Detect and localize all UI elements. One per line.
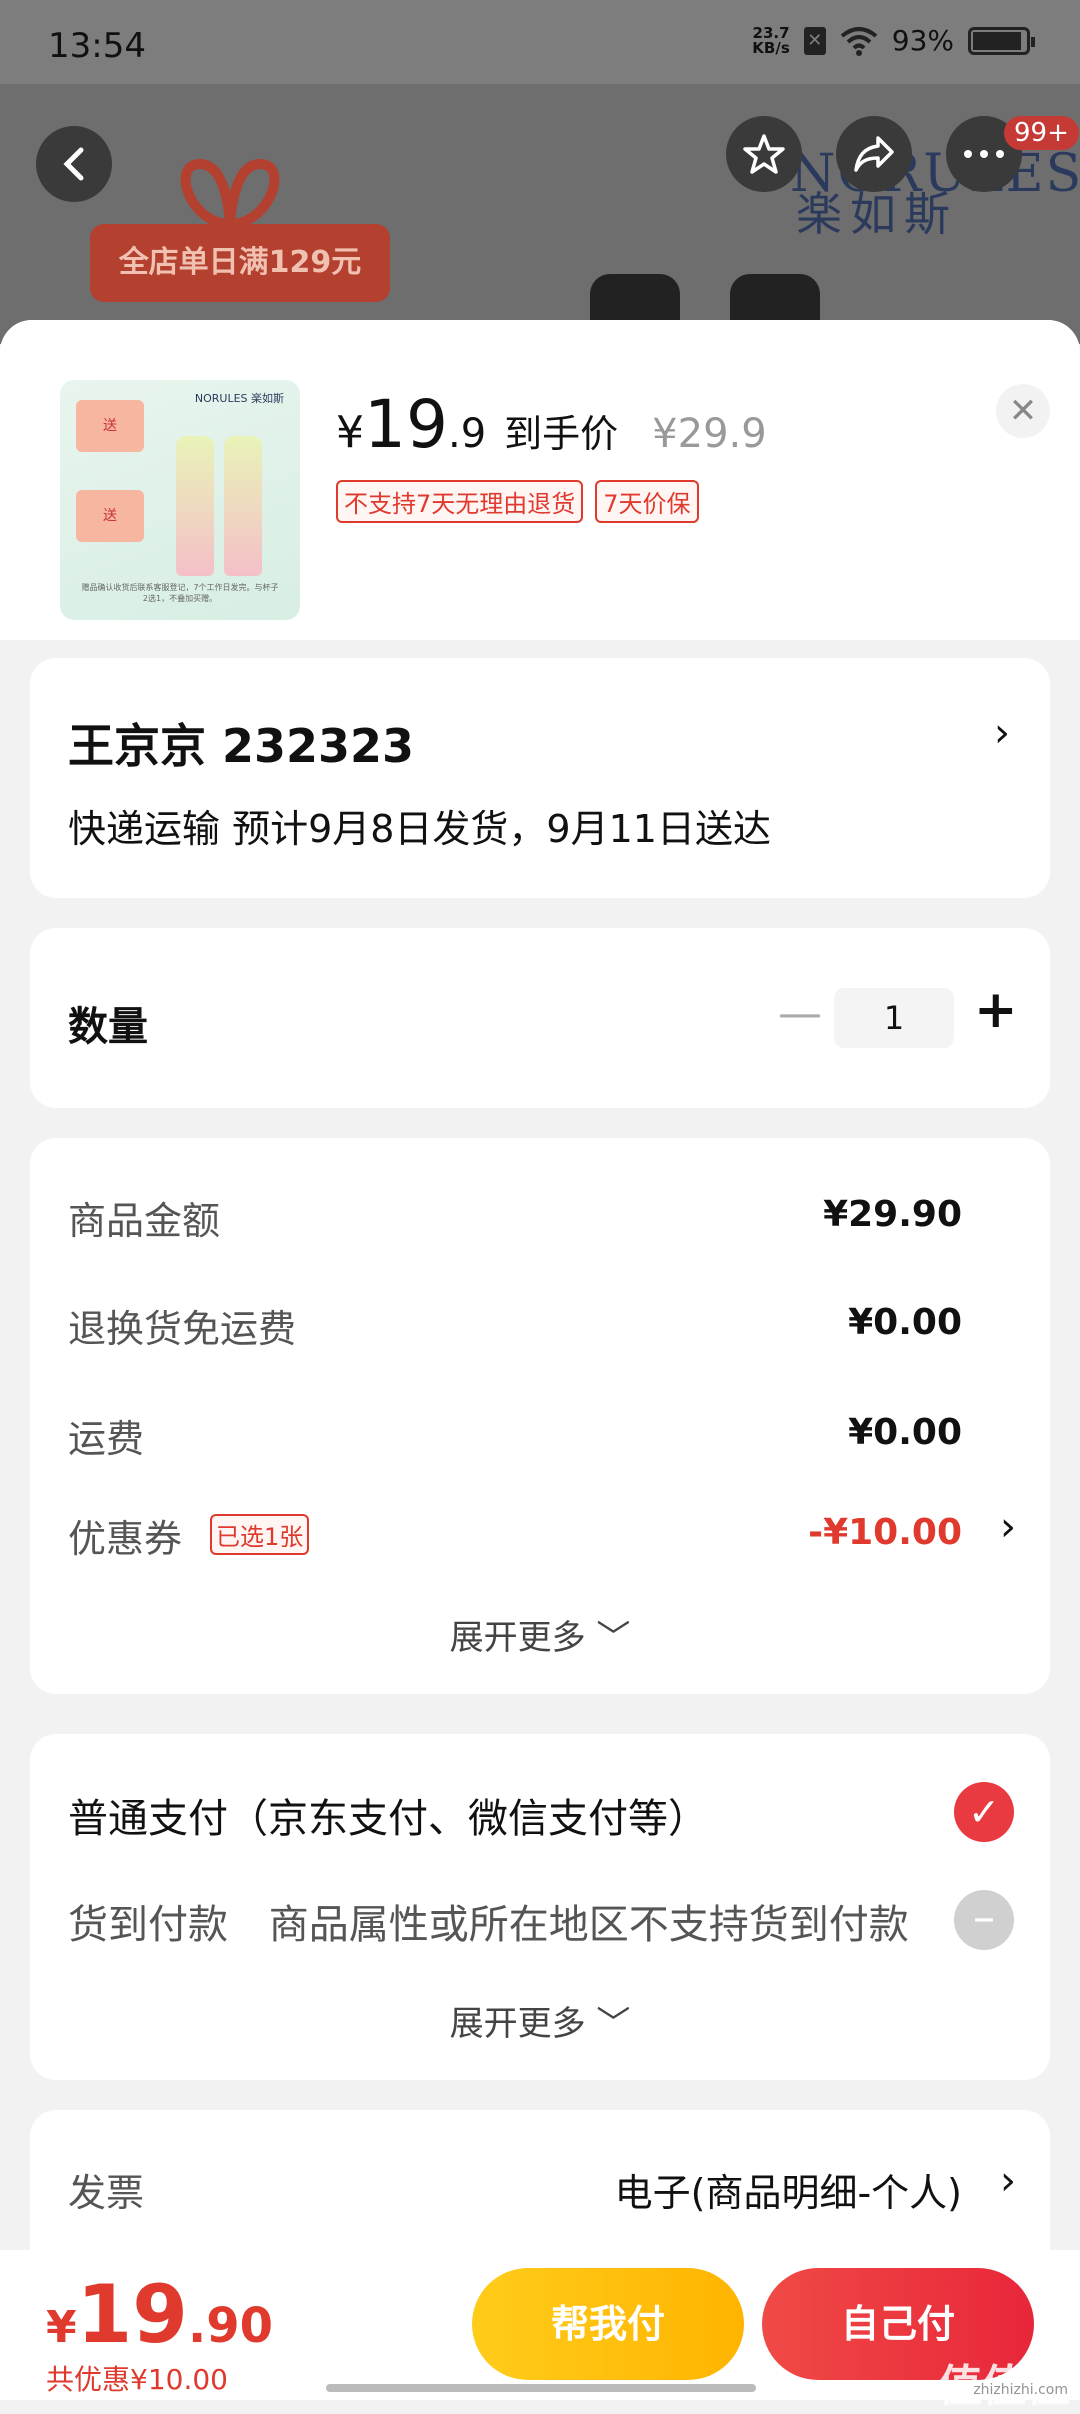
network-speed-unit: KB/s	[752, 38, 790, 57]
cost-value: ¥29.90	[823, 1194, 962, 1235]
total-currency: ¥	[46, 2302, 77, 2353]
product-header: NORULES 楽如斯 送 送 赠品确认收货后联系客服登记，7个工作日发完。与杯…	[0, 320, 1080, 640]
star-icon	[743, 134, 785, 174]
status-bar: 13:54 23.7 KB/s ✕ 93%	[0, 0, 1080, 84]
message-count-badge: 99+	[1004, 116, 1079, 150]
order-sheet: NORULES 楽如斯 送 送 赠品确认收货后联系客服登记，7个工作日发完。与杯…	[0, 320, 1080, 2400]
cost-row-return-shipping: 退换货免运费 ¥0.00	[68, 1298, 1018, 1358]
quantity-input[interactable]: 1	[834, 988, 954, 1048]
thumb-bottle-1	[176, 436, 214, 576]
close-button[interactable]: ✕	[996, 384, 1050, 438]
checkout-bar: ¥ 19 .90 共优惠¥10.00 帮我付 自己付	[0, 2250, 1080, 2400]
cost-label: 退换货免运费	[68, 1307, 297, 1351]
back-button[interactable]	[36, 126, 112, 202]
invoice-label: 发票	[68, 2171, 145, 2215]
service-tag-price-protect: 7天价保	[595, 480, 699, 523]
expand-more-payment[interactable]: 展开更多 ﹀	[30, 1996, 1050, 2045]
battery-percent: 93%	[891, 24, 954, 57]
cost-row-shipping: 运费 ¥0.00	[68, 1408, 1018, 1468]
product-thumbnail[interactable]: NORULES 楽如斯 送 送 赠品确认收货后联系客服登记，7个工作日发完。与杯…	[60, 380, 300, 620]
checkmark-icon: ✓	[968, 1790, 1000, 1834]
address-card[interactable]: 王京京 232323 快递运输 预计9月8日发货，9月11日送达 ›	[30, 658, 1050, 898]
status-icons: 23.7 KB/s ✕ 93%	[752, 24, 1035, 57]
payment-card: 普通支付（京东支付、微信支付等） ✓ 货到付款 商品属性或所在地区不支持货到付款…	[30, 1734, 1050, 2080]
share-button[interactable]	[836, 116, 912, 192]
share-icon	[854, 136, 894, 172]
chevron-right-icon: ›	[994, 710, 1010, 756]
cost-label: 商品金额	[68, 1199, 221, 1243]
shipping-estimate: 快递运输 预计9月8日发货，9月11日送达	[68, 807, 771, 851]
payment-normal-label[interactable]: 普通支付（京东支付、微信支付等）	[68, 1786, 708, 1844]
invoice-row: 发票 电子(商品明细-个人) ›	[68, 2158, 1018, 2222]
gift-bow-icon	[180, 158, 280, 230]
price-currency: ¥	[336, 407, 364, 458]
chevron-right-icon: ›	[1000, 2158, 1016, 2204]
help-pay-button[interactable]: 帮我付	[472, 2268, 744, 2380]
total-discount: 共优惠¥10.00	[46, 2363, 228, 2396]
cost-breakdown-card: 商品金额 ¥29.90 退换货免运费 ¥0.00 运费 ¥0.00 优惠券 已选…	[30, 1138, 1050, 1694]
sim-off-icon: ✕	[803, 26, 826, 55]
coupon-selected-tag: 已选1张	[210, 1514, 310, 1555]
price-decimal: .9	[447, 411, 487, 457]
thumb-gift-tag-top: 送	[76, 400, 144, 452]
quantity-card: 数量 — 1 +	[30, 928, 1050, 1108]
payment-cod-note: 商品属性或所在地区不支持货到付款	[268, 1902, 909, 1948]
thumb-note: 赠品确认收货后联系客服登记，7个工作日发完。与杯子2选1，不叠加买赠。	[81, 583, 279, 603]
cost-row-coupon[interactable]: 优惠券 已选1张 -¥10.00 ›	[68, 1504, 1018, 1568]
thumb-gift-tag-bottom: 送	[76, 490, 144, 542]
wifi-icon	[840, 26, 878, 56]
status-time: 13:54	[48, 26, 146, 66]
coupon-value: -¥10.00	[808, 1512, 962, 1553]
quantity-increase-button[interactable]: +	[974, 980, 1018, 1040]
service-tags: 不支持7天无理由退货 7天价保	[336, 480, 699, 523]
expand-more-costs[interactable]: 展开更多 ﹀	[30, 1610, 1050, 1659]
recipient-name: 王京京 232323	[68, 719, 415, 773]
total-decimal: .90	[187, 2298, 273, 2354]
invoice-value: 电子(商品明细-个人)	[614, 2171, 962, 2215]
cost-value: ¥0.00	[848, 1302, 962, 1343]
total-price: ¥ 19 .90	[46, 2268, 273, 2361]
close-icon: ✕	[1008, 391, 1038, 431]
payment-cod-row: 货到付款 商品属性或所在地区不支持货到付款	[68, 1892, 909, 1950]
favorite-button[interactable]	[726, 116, 802, 192]
cost-value: ¥0.00	[848, 1412, 962, 1453]
promo-banner: 全店单日满129元	[90, 224, 390, 302]
cost-label: 优惠券	[68, 1517, 183, 1561]
thumb-brand-logo: NORULES 楽如斯	[194, 392, 284, 405]
battery-fill	[973, 31, 1022, 50]
payment-cod-label: 货到付款	[68, 1902, 228, 1948]
product-backdrop: 全店单日满129元 NORULES 楽如斯 99+	[0, 84, 1080, 344]
price-row: ¥ 19 .9 到手价 ¥29.9	[336, 386, 767, 463]
payment-normal-check[interactable]: ✓	[954, 1782, 1014, 1842]
cost-row-goods: 商品金额 ¥29.90	[68, 1190, 1018, 1250]
total-integer: 19	[76, 2268, 188, 2361]
original-price: ¥29.9	[652, 411, 767, 457]
thumb-bottle-2	[224, 436, 262, 576]
chevron-left-icon	[63, 147, 84, 181]
quantity-label: 数量	[68, 1004, 148, 1050]
price-label: 到手价	[504, 412, 619, 456]
battery-icon	[968, 26, 1035, 55]
chevron-right-icon: ›	[1000, 1504, 1016, 1550]
cost-label: 运费	[68, 1417, 145, 1461]
more-dots-icon	[964, 150, 1004, 158]
quantity-decrease-button[interactable]: —	[778, 988, 822, 1039]
price-integer: 19	[364, 386, 448, 463]
service-tag-no-return: 不支持7天无理由退货	[336, 480, 584, 523]
payment-cod-disabled: –	[954, 1890, 1014, 1950]
watermark-url: zhizhizhi.com	[973, 2382, 1068, 2398]
minus-icon: –	[973, 1892, 995, 1943]
network-speed: 23.7 KB/s	[752, 25, 790, 57]
home-indicator[interactable]	[326, 2384, 756, 2392]
